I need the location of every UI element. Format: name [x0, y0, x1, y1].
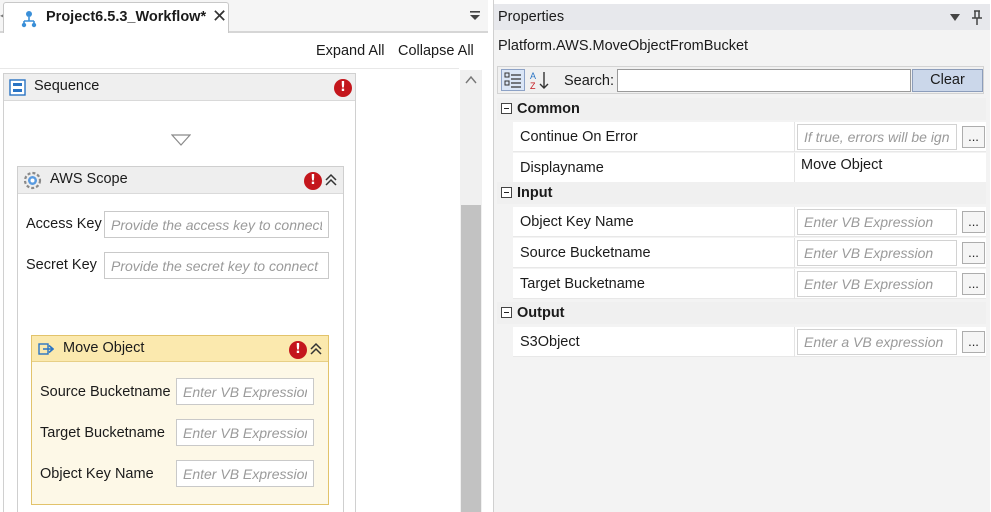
clear-button[interactable]: Clear — [912, 69, 983, 92]
aws-scope-header[interactable]: AWS Scope ! — [18, 167, 343, 194]
pin-icon[interactable] — [971, 10, 983, 26]
error-icon[interactable]: ! — [334, 79, 352, 97]
gear-icon — [23, 171, 42, 190]
scrollbar-thumb[interactable] — [461, 205, 481, 512]
ellipsis-button[interactable]: ... — [962, 211, 985, 233]
svg-text:A: A — [530, 71, 536, 81]
error-icon[interactable]: ! — [289, 341, 307, 359]
continue-on-error-input[interactable] — [797, 124, 957, 150]
property-row-target-bucketname[interactable]: Target Bucketname ... — [513, 269, 986, 299]
object-key-name-value-input[interactable] — [797, 209, 957, 235]
ellipsis-button[interactable]: ... — [962, 273, 985, 295]
access-key-label: Access Key — [26, 216, 102, 232]
document-tabstrip: ◂ Project6.5.3_Workflow* ✕ — [0, 0, 488, 33]
properties-toolbar: A Z Search: Clear — [497, 66, 984, 94]
search-input[interactable] — [617, 69, 911, 92]
access-key-input[interactable] — [104, 211, 329, 238]
aws-scope-title: AWS Scope — [50, 171, 128, 187]
selected-type-name: Platform.AWS.MoveObjectFromBucket — [498, 38, 749, 54]
displayname-value[interactable]: Move Object — [801, 157, 882, 173]
category-label: Common — [517, 101, 580, 117]
ellipsis-button[interactable]: ... — [962, 242, 985, 264]
properties-title: Properties — [498, 9, 565, 25]
collapse-all-link[interactable]: Collapse All — [398, 43, 474, 59]
scroll-up-arrow-icon[interactable] — [465, 75, 477, 85]
object-key-name-label: Object Key Name — [40, 466, 154, 482]
property-name: Target Bucketname — [513, 269, 795, 299]
properties-panel: Properties Platform.AWS.MoveObjectFromBu… — [493, 0, 991, 512]
property-row-object-key-name[interactable]: Object Key Name ... — [513, 207, 986, 237]
move-object-header[interactable]: Move Object ! — [32, 336, 328, 362]
tab-menu-icon[interactable] — [468, 8, 482, 22]
move-object-activity[interactable]: Move Object ! Source Bucketname Target B… — [31, 335, 329, 505]
category-label: Input — [517, 185, 553, 201]
property-row-s3object[interactable]: S3Object ... — [513, 327, 986, 357]
move-arrow-icon — [38, 343, 54, 355]
collapse-chevron-icon[interactable] — [324, 173, 338, 187]
property-row-displayname[interactable]: Displayname Move Object — [513, 153, 986, 183]
target-bucketname-label: Target Bucketname — [40, 425, 165, 441]
collapse-toggle-icon[interactable] — [501, 103, 512, 114]
properties-titlebar: Properties — [494, 4, 990, 30]
s3object-value-input[interactable] — [797, 329, 957, 355]
categorized-icon — [504, 72, 521, 88]
sequence-title: Sequence — [34, 78, 100, 94]
tab-project-workflow[interactable]: Project6.5.3_Workflow* ✕ — [3, 2, 229, 33]
target-bucketname-input[interactable] — [176, 419, 314, 446]
source-bucketname-input[interactable] — [176, 378, 314, 405]
secret-key-label: Secret Key — [26, 257, 97, 273]
property-row-source-bucketname[interactable]: Source Bucketname ... — [513, 238, 986, 268]
source-bucketname-value-input[interactable] — [797, 240, 957, 266]
error-icon[interactable]: ! — [304, 172, 322, 190]
ellipsis-button[interactable]: ... — [962, 126, 985, 148]
source-bucketname-label: Source Bucketname — [40, 384, 171, 400]
sort-az-icon: A Z — [530, 71, 549, 91]
sequence-icon — [9, 79, 26, 96]
collapse-toggle-icon[interactable] — [501, 187, 512, 198]
property-name: Continue On Error — [513, 122, 795, 152]
target-bucketname-value-input[interactable] — [797, 271, 957, 297]
sequence-header[interactable]: Sequence ! — [4, 74, 355, 101]
property-name: S3Object — [513, 327, 795, 357]
search-label: Search: — [564, 73, 614, 89]
category-common[interactable]: Common — [497, 98, 986, 120]
secret-key-input[interactable] — [104, 252, 329, 279]
dropdown-arrow-icon[interactable] — [950, 14, 960, 22]
alphabetical-sort-button[interactable]: A Z — [528, 69, 552, 91]
category-input[interactable]: Input — [497, 182, 986, 204]
sequence-activity[interactable]: Sequence ! AWS Scope ! Access Key Provid… — [3, 73, 356, 512]
property-name: Displayname — [513, 153, 795, 183]
canvas-divider — [0, 68, 459, 69]
collapse-toggle-icon[interactable] — [501, 307, 512, 318]
property-name: Source Bucketname — [513, 238, 795, 268]
designer-vertical-scrollbar[interactable] — [460, 70, 482, 512]
category-output[interactable]: Output — [497, 302, 986, 324]
expand-all-link[interactable]: Expand All — [316, 43, 385, 59]
tab-title: Project6.5.3_Workflow* — [46, 9, 207, 25]
move-object-title: Move Object — [63, 340, 145, 356]
category-label: Output — [517, 305, 565, 321]
categorized-view-button[interactable] — [501, 69, 525, 91]
workflow-designer: ◂ Project6.5.3_Workflow* ✕ Expand All Co… — [0, 0, 488, 512]
close-icon[interactable]: ✕ — [212, 6, 227, 27]
svg-text:Z: Z — [530, 81, 536, 91]
ellipsis-button[interactable]: ... — [962, 331, 985, 353]
aws-scope-activity[interactable]: AWS Scope ! Access Key Secret Key Move O… — [17, 166, 344, 512]
drop-target-arrow-icon — [171, 134, 191, 146]
property-row-continue-on-error[interactable]: Continue On Error ... — [513, 122, 986, 152]
property-name: Object Key Name — [513, 207, 795, 237]
collapse-chevron-icon[interactable] — [309, 342, 323, 356]
workflow-icon — [21, 11, 37, 28]
object-key-name-input[interactable] — [176, 460, 314, 487]
